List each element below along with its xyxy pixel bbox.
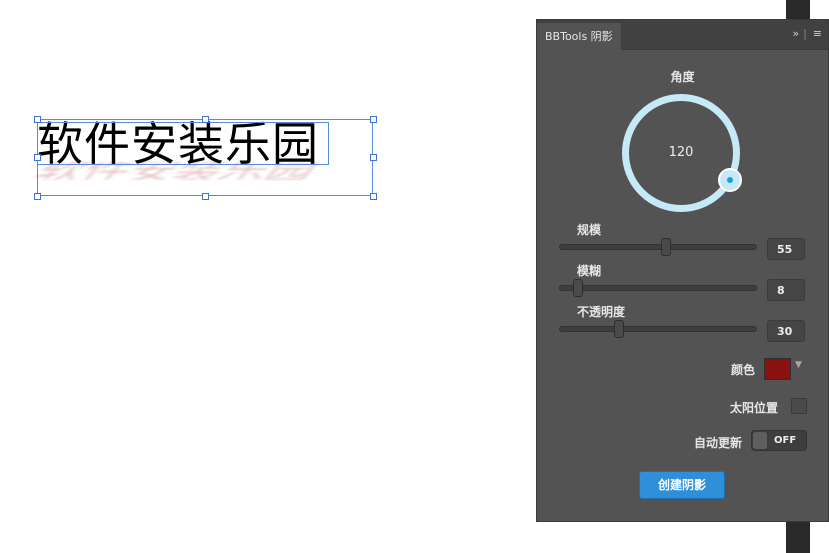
toggle-knob [753,432,767,449]
sun-position-checkbox[interactable] [791,398,807,414]
resize-handle-bottom-right[interactable] [370,193,377,200]
angle-dial-knob[interactable] [718,168,742,192]
opacity-label: 不透明度 [577,305,626,319]
angle-value: 120 [668,145,694,160]
document-canvas[interactable]: 软件安装乐园 软件安装乐园 [0,0,536,553]
opacity-slider[interactable] [559,326,757,332]
selection-frame[interactable] [37,119,373,196]
resize-handle-bottom[interactable] [202,193,209,200]
auto-update-label: 自动更新 [694,436,743,450]
blur-slider-thumb[interactable] [573,279,583,297]
panel-header: BBTools 阴影 » | ≡ [537,20,828,50]
toggle-state: OFF [774,435,797,446]
blur-input[interactable]: 8 [767,279,805,301]
scale-slider-thumb[interactable] [661,238,671,256]
resize-handle-right[interactable] [370,154,377,161]
resize-handle-top[interactable] [202,116,209,123]
color-label: 颜色 [731,363,756,377]
collapse-panel-icon[interactable]: » [792,27,799,40]
auto-update-toggle[interactable]: OFF [751,430,807,451]
angle-label: 角度 [670,70,695,84]
shadow-color-swatch[interactable] [764,358,791,380]
resize-handle-top-left[interactable] [34,116,41,123]
panel-menu-icon[interactable]: ≡ [813,27,822,40]
blur-slider[interactable] [559,285,757,291]
create-shadow-button[interactable]: 创建阴影 [639,471,725,499]
sun-position-label: 太阳位置 [730,401,779,415]
scale-label: 规模 [577,223,602,237]
opacity-slider-thumb[interactable] [614,320,624,338]
scale-input[interactable]: 55 [767,238,805,260]
resize-handle-left[interactable] [34,154,41,161]
blur-label: 模糊 [577,264,602,278]
bbtools-shadow-panel: BBTools 阴影 » | ≡ 角度 120 规模 55 模糊 8 不透明度 30… [536,19,829,522]
panel-tab[interactable]: BBTools 阴影 [537,23,622,50]
opacity-input[interactable]: 30 [767,320,805,342]
panel-header-icons: » | ≡ [792,27,822,40]
scale-slider[interactable] [559,244,757,250]
resize-handle-top-right[interactable] [370,116,377,123]
resize-handle-bottom-left[interactable] [34,193,41,200]
color-dropdown-icon[interactable]: ▼ [795,360,802,370]
